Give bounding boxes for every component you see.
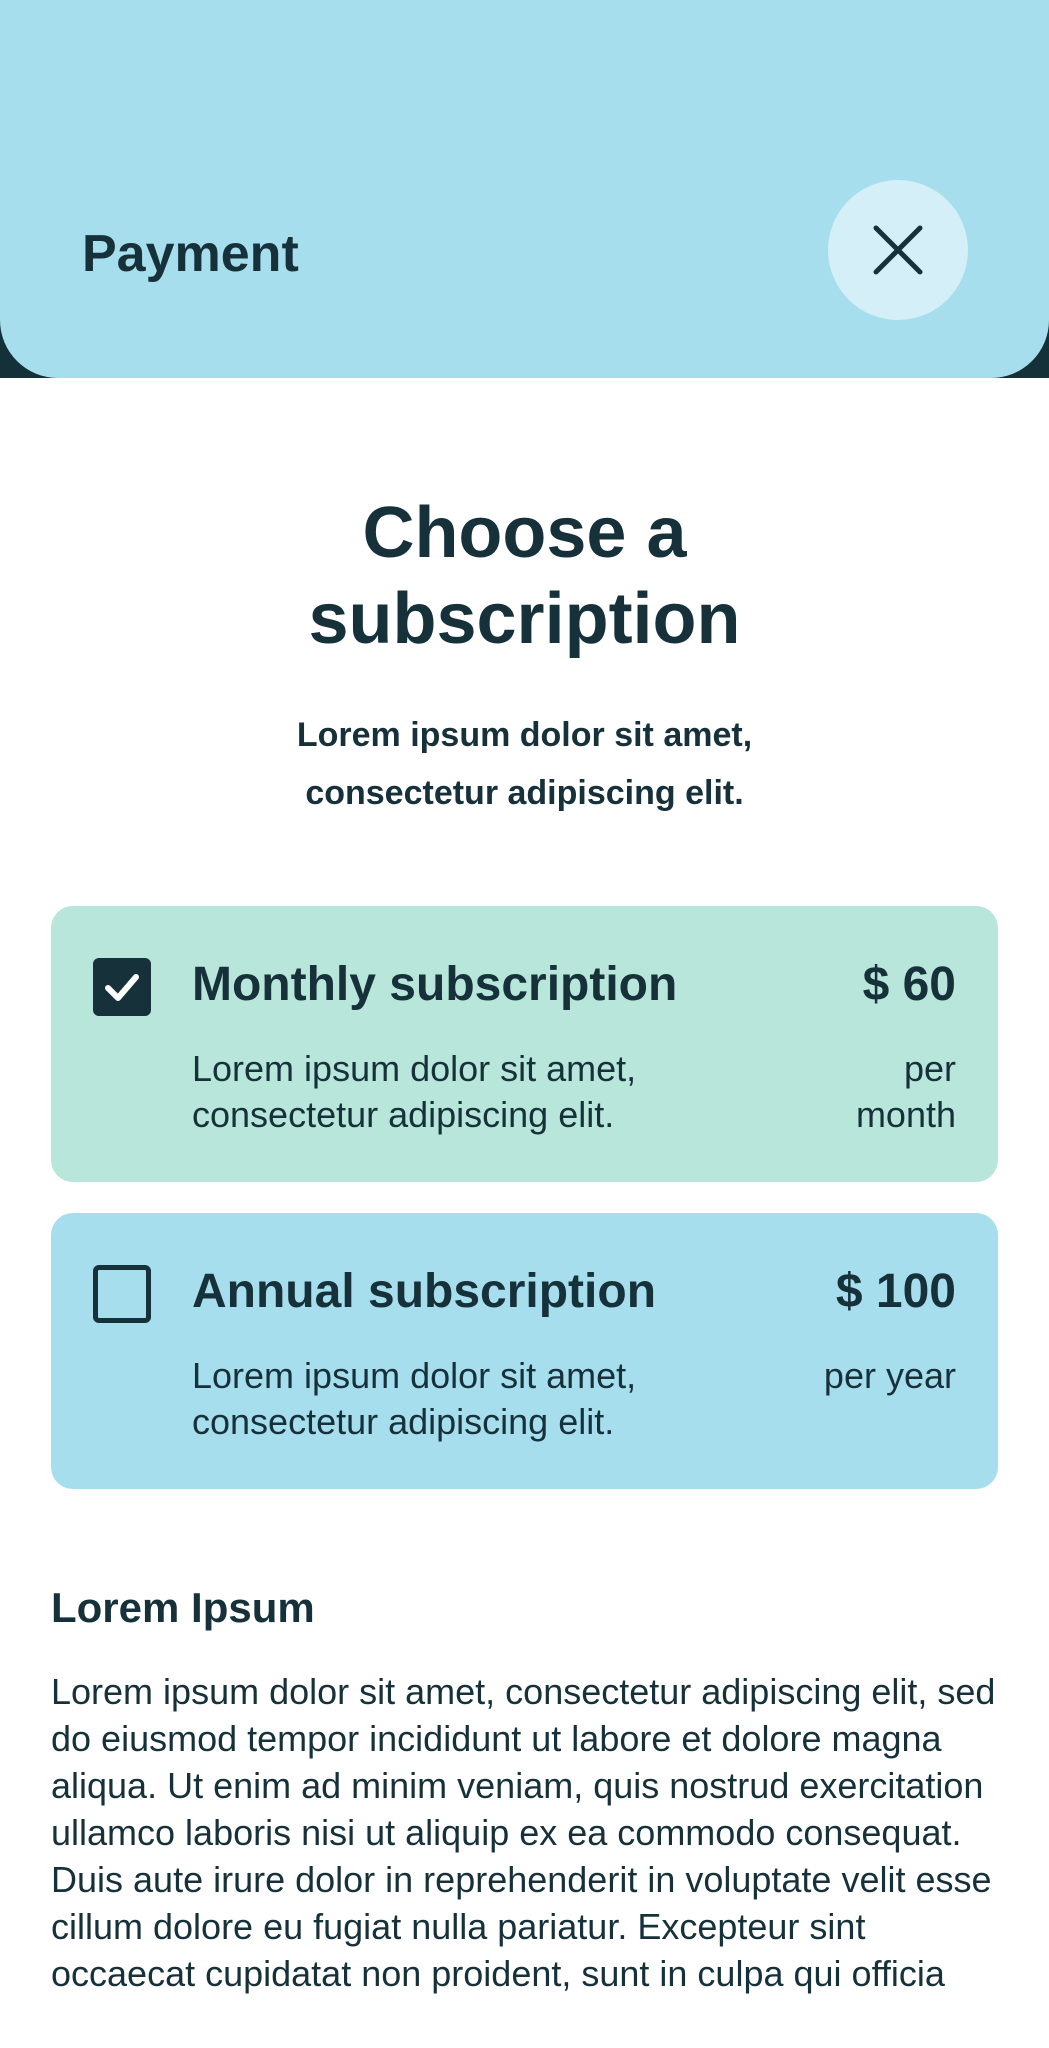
plan-price: $ 60 [862, 958, 956, 1011]
info-body: Lorem ipsum dolor sit amet, consectetur … [51, 1671, 996, 1994]
close-button[interactable] [828, 180, 968, 320]
plan-description: Lorem ipsum dolor sit amet, consectetur … [192, 1355, 637, 1442]
page-title-text: Choose a subscription [308, 493, 741, 659]
info-heading: Lorem Ipsum [51, 1584, 315, 1631]
monthly-checkbox[interactable] [93, 958, 151, 1016]
plan-name: Annual subscription [192, 1265, 657, 1318]
plan-period: per month [855, 1048, 956, 1135]
plan-name: Monthly subscription [192, 958, 678, 1011]
annual-checkbox[interactable] [93, 1265, 151, 1323]
close-icon [873, 225, 923, 275]
payment-screen: Payment Choose a subscription Lorem ipsu… [0, 0, 1049, 2048]
page-subtitle-text: Lorem ipsum dolor sit amet, consectetur … [296, 716, 753, 812]
plan-description: Lorem ipsum dolor sit amet, consectetur … [192, 1048, 637, 1135]
page-title: Choose a subscription [0, 490, 1049, 662]
page-subtitle: Lorem ipsum dolor sit amet, consectetur … [0, 706, 1049, 822]
plan-card-monthly[interactable]: Monthly subscription Lorem ipsum dolor s… [51, 906, 998, 1182]
plan-period: per year [823, 1355, 956, 1396]
header: Payment [0, 0, 1049, 378]
header-title: Payment [82, 225, 299, 283]
plan-card-annual[interactable]: Annual subscription Lorem ipsum dolor si… [51, 1213, 998, 1489]
checkmark-icon [105, 974, 139, 1001]
plan-price: $ 100 [835, 1265, 956, 1318]
